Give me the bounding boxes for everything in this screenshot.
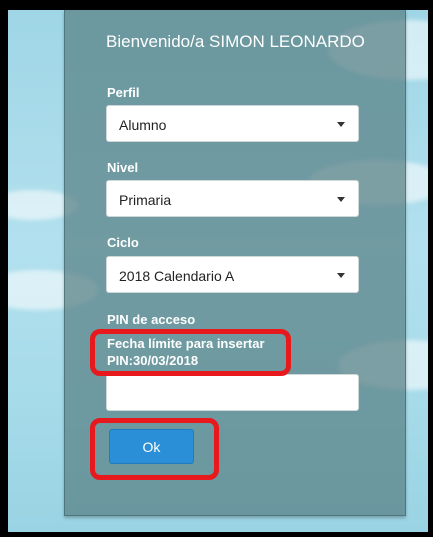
perfil-label: Perfil [107,85,140,100]
chevron-down-icon [337,273,345,278]
pin-label: PIN de acceso [107,312,196,327]
deadline-highlight [90,329,291,376]
perfil-value: Alumno [119,117,167,133]
ciclo-label: Ciclo [107,235,139,250]
welcome-heading: Bienvenido/a SIMON LEONARDO [106,32,365,51]
nivel-label: Nivel [107,160,139,175]
nivel-value: Primaria [119,192,172,208]
chevron-down-icon [337,197,345,202]
ok-button-highlight [90,418,219,480]
perfil-select[interactable]: Alumno [106,105,359,142]
chevron-down-icon [337,122,345,127]
ciclo-value: 2018 Calendario A [119,268,235,284]
nivel-select[interactable]: Primaria [106,180,359,217]
pin-input[interactable] [106,374,359,411]
ciclo-select[interactable]: 2018 Calendario A [106,256,359,293]
